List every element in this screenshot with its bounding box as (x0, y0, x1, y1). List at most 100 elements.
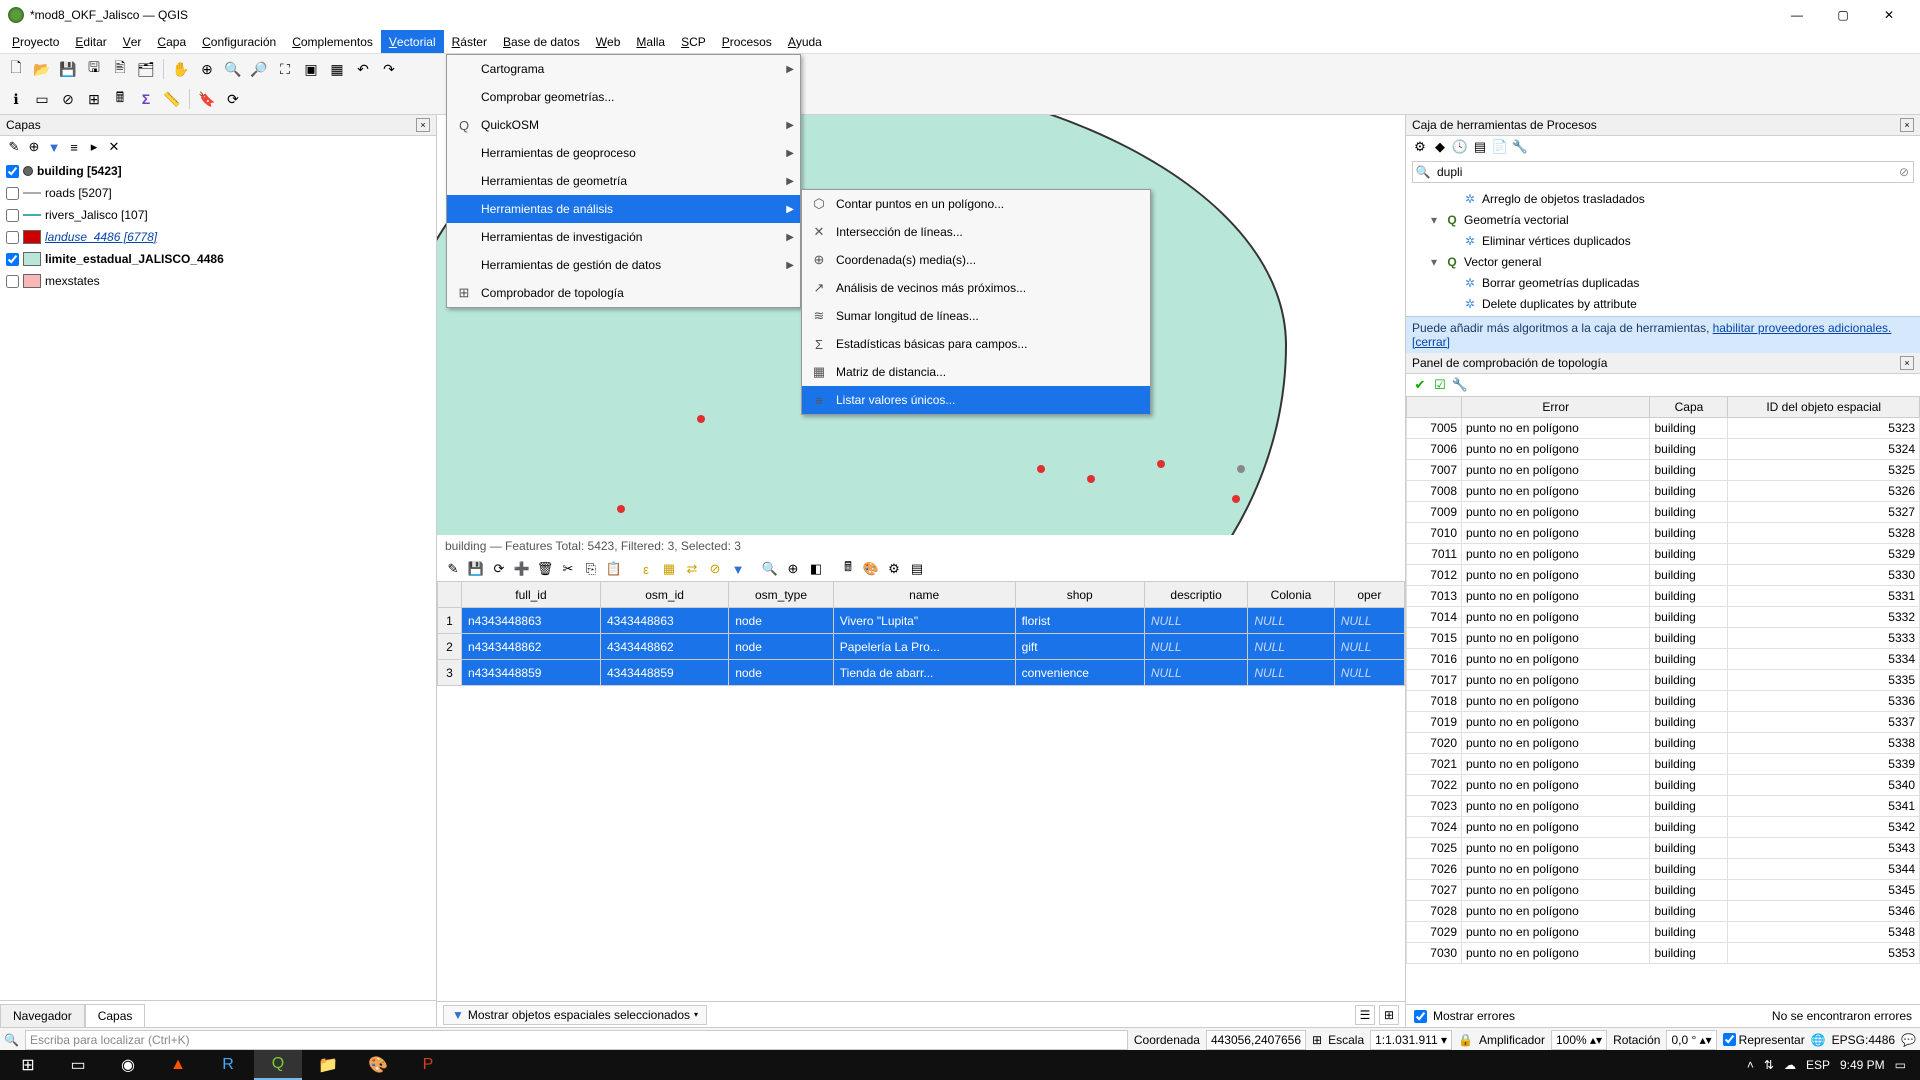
crs-label[interactable]: EPSG:4486 (1832, 1033, 1895, 1047)
table-cell[interactable]: NULL (1144, 634, 1247, 660)
highlight-icon[interactable]: ◧ (806, 559, 826, 579)
table-cell[interactable]: n4343448863 (462, 608, 601, 634)
table-cell[interactable]: n4343448859 (462, 660, 601, 686)
layers-tree[interactable]: building [5423]roads [5207]rivers_Jalisc… (0, 158, 436, 1000)
cloud-icon[interactable]: ☁ (1784, 1058, 1796, 1072)
table-row[interactable]: 7027punto no en polígonobuilding5345 (1407, 880, 1920, 901)
attribute-table[interactable]: full_idosm_idosm_typenameshopdescriptioC… (437, 581, 1405, 1001)
vector-menu[interactable]: Cartograma▶Comprobar geometrías...QQuick… (446, 54, 801, 308)
table-cell[interactable]: node (729, 634, 834, 660)
table-row[interactable]: 7026punto no en polígonobuilding5344 (1407, 859, 1920, 880)
analysis-submenu[interactable]: ⬡Contar puntos en un polígono...✕Interse… (801, 189, 1151, 415)
panel-close-icon[interactable]: × (1900, 118, 1914, 132)
identify-icon[interactable]: ℹ (4, 87, 28, 111)
table-row[interactable]: 7022punto no en polígonobuilding5340 (1407, 775, 1920, 796)
filter-dropdown[interactable]: ▼ Mostrar objetos espaciales seleccionad… (443, 1005, 707, 1025)
table-row[interactable]: 7014punto no en polígonobuilding5332 (1407, 607, 1920, 628)
column-header[interactable]: name (833, 582, 1015, 608)
brave-icon[interactable]: ▲ (154, 1050, 202, 1080)
toolbox-item[interactable]: ✲Delete duplicates by attribute (1410, 293, 1916, 314)
extents-icon[interactable]: ⊞ (1312, 1033, 1322, 1047)
tab-navegador[interactable]: Navegador (0, 1004, 85, 1027)
notifications-icon[interactable]: ▭ (1895, 1058, 1906, 1072)
panel-close-icon[interactable]: × (1900, 356, 1914, 370)
remove-icon[interactable]: ✕ (106, 139, 122, 155)
table-cell[interactable]: 4343448859 (600, 660, 728, 686)
copy-icon[interactable]: ⎘ (581, 559, 601, 579)
menu-capa[interactable]: Capa (149, 30, 194, 53)
measure-icon[interactable]: 📏 (160, 87, 184, 111)
menu-item[interactable]: ΣEstadísticas básicas para campos... (802, 330, 1150, 358)
table-cell[interactable]: Papelería La Pro... (833, 634, 1015, 660)
tray-up-icon[interactable]: ˄ (1747, 1058, 1754, 1072)
stats-icon[interactable]: Σ (134, 87, 158, 111)
table-row[interactable]: 7007punto no en polígonobuilding5325 (1407, 460, 1920, 481)
menu-ver[interactable]: Ver (115, 30, 150, 53)
column-header[interactable]: shop (1015, 582, 1144, 608)
qgis-taskbar-icon[interactable]: Q (254, 1050, 302, 1080)
table-cell[interactable]: Tienda de abarr... (833, 660, 1015, 686)
toolbox-item[interactable]: ✲Arreglo de objetos trasladados (1410, 188, 1916, 209)
table-cell[interactable]: gift (1015, 634, 1144, 660)
options-icon[interactable]: 🔧 (1512, 139, 1528, 155)
toolbox-tree[interactable]: ✲Arreglo de objetos trasladados▾QGeometr… (1406, 186, 1920, 316)
panel-close-icon[interactable]: × (416, 118, 430, 132)
column-header[interactable]: Capa (1650, 397, 1728, 418)
dock-icon[interactable]: ▤ (907, 559, 927, 579)
table-row[interactable]: 7010punto no en polígonobuilding5328 (1407, 523, 1920, 544)
table-row[interactable]: 7019punto no en polígonobuilding5337 (1407, 712, 1920, 733)
history-icon[interactable]: 🕓 (1452, 139, 1468, 155)
menu-scp[interactable]: SCP (673, 30, 714, 53)
table-row[interactable]: 7006punto no en polígonobuilding5324 (1407, 439, 1920, 460)
pan-sel-icon[interactable]: ⊕ (783, 559, 803, 579)
validate-all-icon[interactable]: ✔ (1412, 377, 1428, 393)
rstudio-icon[interactable]: R (204, 1050, 252, 1080)
table-row[interactable]: 7016punto no en polígonobuilding5334 (1407, 649, 1920, 670)
model-icon[interactable]: ◆ (1432, 139, 1448, 155)
delete-feature-icon[interactable]: 🗑 (535, 559, 555, 579)
layer-item[interactable]: building [5423] (0, 160, 436, 182)
table-row[interactable]: 7024punto no en polígonobuilding5342 (1407, 817, 1920, 838)
reload-icon[interactable]: ⟳ (489, 559, 509, 579)
table-cell[interactable]: NULL (1334, 660, 1404, 686)
column-header[interactable]: full_id (462, 582, 601, 608)
close-button[interactable]: ✕ (1866, 0, 1912, 30)
filter-sel-icon[interactable]: ▼ (728, 559, 748, 579)
menu-item[interactable]: Herramientas de gestión de datos▶ (447, 251, 800, 279)
column-header[interactable]: Error (1462, 397, 1650, 418)
layout-manager-icon[interactable]: 🗂 (134, 57, 158, 81)
table-cell[interactable]: NULL (1248, 634, 1334, 660)
toolbox-item[interactable]: ▾QVector general (1410, 251, 1916, 272)
topology-table[interactable]: ErrorCapaID del objeto espacial7005punto… (1406, 396, 1920, 1004)
table-cell[interactable]: Vivero "Lupita" (833, 608, 1015, 634)
table-cell[interactable]: n4343448862 (462, 634, 601, 660)
gear-icon[interactable]: ⚙ (1412, 139, 1428, 155)
table-row[interactable]: 7021punto no en polígonobuilding5339 (1407, 754, 1920, 775)
search-input[interactable] (1433, 165, 1895, 179)
rotation-field[interactable]: 0,0 ° ▴▾ (1666, 1030, 1716, 1050)
render-checkbox[interactable]: Representar (1723, 1033, 1805, 1047)
clock[interactable]: 9:49 PM (1840, 1058, 1885, 1072)
collapse-icon[interactable]: ▸ (86, 139, 102, 155)
select-all-icon[interactable]: ▦ (659, 559, 679, 579)
toolbox-item[interactable]: ✲Borrar geometrías duplicadas (1410, 272, 1916, 293)
refresh-icon[interactable]: ⟳ (221, 87, 245, 111)
menu-item[interactable]: ⊕Coordenada(s) media(s)... (802, 246, 1150, 274)
toolbox-item[interactable]: ▾QGeometría vectorial (1410, 209, 1916, 230)
column-header[interactable]: oper (1334, 582, 1404, 608)
expand-icon[interactable]: ≡ (66, 139, 82, 155)
close-tip-link[interactable]: [cerrar] (1412, 335, 1450, 349)
layer-item[interactable]: limite_estadual_JALISCO_4486 (0, 248, 436, 270)
filter-icon[interactable]: ▼ (46, 139, 62, 155)
table-row[interactable]: 7015punto no en polígonobuilding5333 (1407, 628, 1920, 649)
column-header[interactable]: osm_id (600, 582, 728, 608)
table-cell[interactable]: 4343448863 (600, 608, 728, 634)
edit-script-icon[interactable]: 📄 (1492, 139, 1508, 155)
maximize-button[interactable]: ▢ (1820, 0, 1866, 30)
deselect-icon[interactable]: ⊘ (56, 87, 80, 111)
select-icon[interactable]: ▭ (30, 87, 54, 111)
clear-icon[interactable]: ⊘ (1895, 165, 1913, 179)
table-row[interactable]: 7008punto no en polígonobuilding5326 (1407, 481, 1920, 502)
table-cell[interactable]: node (729, 660, 834, 686)
column-header[interactable]: osm_type (729, 582, 834, 608)
